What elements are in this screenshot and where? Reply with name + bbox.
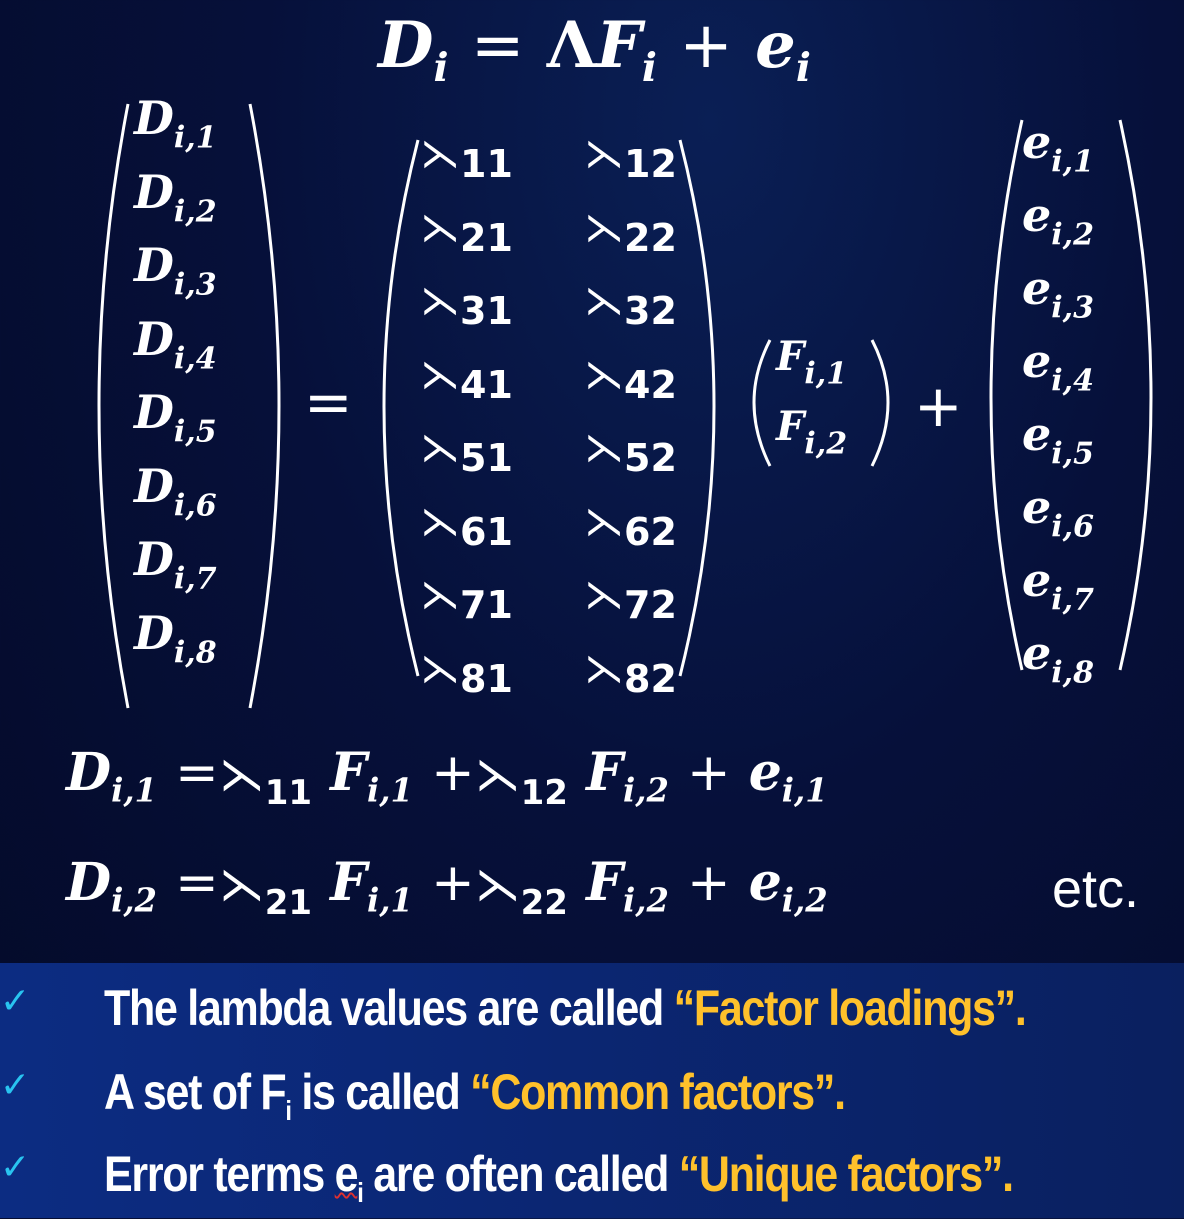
e-right-paren (1118, 119, 1153, 671)
D-entry: Di,1 (134, 91, 217, 156)
lambda-entry: ⋋81 (420, 645, 513, 701)
etc-text: etc. (1052, 859, 1140, 919)
lambda-entry: ⋋11 (420, 131, 513, 186)
lambda-matrix-column-1: ⋋11 ⋋21 ⋋31 ⋋41 ⋋51 ⋋61 ⋋71 ⋋81 (420, 116, 513, 704)
bullet-unique-factors: ✓ Error terms ei are often called “Uniqu… (0, 1139, 1184, 1219)
D-vector: Di,1 Di,2 Di,3 Di,4 Di,5 Di,6 Di,7 Di,8 (134, 82, 217, 670)
row-equation-1: Di,1 =⋋11 Fi,1 +⋋12 Fi,2 + ei,1 (66, 742, 828, 813)
lambda-entry: ⋋32 (584, 278, 677, 333)
D-entry: Di,4 (134, 311, 217, 376)
lambda-entry: ⋋72 (584, 572, 677, 627)
lambda-entry: ⋋31 (420, 278, 513, 333)
check-icon: ✓ (0, 981, 31, 1022)
check-icon: ✓ (0, 1147, 31, 1188)
e-entry: ei,5 (1022, 407, 1094, 472)
bullet-text: Error terms ei are often called “Unique … (104, 1146, 1014, 1208)
bullet-common-factors: ✓ A set of Fi is called “Common factors”… (0, 1057, 1184, 1137)
e-entry: ei,8 (1022, 626, 1094, 691)
D-right-paren (248, 103, 281, 709)
D-left-paren (97, 103, 130, 709)
D-entry: Di,3 (134, 238, 217, 303)
lambda-entry: ⋋82 (584, 645, 677, 701)
plus-sign: + (914, 372, 963, 440)
lambda-entry: ⋋42 (584, 351, 677, 407)
lambda-entry: ⋋61 (420, 498, 513, 554)
lambda-entry: ⋋62 (584, 498, 677, 554)
lambda-matrix-column-2: ⋋12 ⋋22 ⋋32 ⋋42 ⋋52 ⋋62 ⋋72 ⋋82 (584, 116, 677, 704)
e-entry: ei,7 (1022, 553, 1094, 618)
e-entry: ei,2 (1022, 188, 1094, 253)
lambda-entry: ⋋12 (584, 131, 677, 186)
e-entry: ei,3 (1022, 261, 1094, 326)
D-entry: Di,5 (134, 385, 217, 450)
e-left-paren (989, 119, 1024, 671)
e-vector: ei,1 ei,2 ei,3 ei,4 ei,5 ei,6 ei,7 ei,8 (1022, 106, 1094, 690)
lambda-entry: ⋋41 (420, 351, 513, 407)
D-entry: Di,8 (134, 605, 217, 670)
bullet-text: The lambda values are called “Factor loa… (104, 980, 1027, 1036)
lambda-entry: ⋋71 (420, 572, 513, 627)
F-entry: Fi,1 (776, 333, 848, 392)
row-equation-2: Di,2 =⋋21 Fi,1 +⋋22 Fi,2 + ei,2 (66, 852, 828, 923)
lambda-right-paren (678, 139, 716, 677)
F-left-paren (752, 339, 772, 467)
D-entry: Di,7 (134, 532, 217, 597)
e-entry: ei,6 (1022, 480, 1094, 545)
e-entry: ei,1 (1022, 115, 1094, 180)
bullet-panel: ✓ The lambda values are called “Factor l… (0, 963, 1184, 1218)
F-right-paren (870, 339, 890, 467)
F-entry: Fi,2 (776, 403, 848, 462)
e-entry: ei,4 (1022, 334, 1094, 399)
bullet-factor-loadings: ✓ The lambda values are called “Factor l… (0, 973, 1184, 1053)
bullet-text: A set of Fi is called “Common factors”. (104, 1064, 846, 1126)
check-icon: ✓ (0, 1065, 31, 1106)
lambda-entry: ⋋21 (420, 204, 513, 260)
D-entry: Di,2 (134, 164, 217, 229)
lambda-entry: ⋋22 (584, 204, 677, 260)
lambda-left-paren (382, 139, 420, 677)
F-vector: Fi,1 Fi,2 (776, 322, 847, 462)
D-entry: Di,6 (134, 458, 217, 523)
lambda-entry: ⋋51 (420, 425, 513, 480)
lambda-entry: ⋋52 (584, 425, 677, 480)
equals-sign: = (304, 368, 353, 436)
